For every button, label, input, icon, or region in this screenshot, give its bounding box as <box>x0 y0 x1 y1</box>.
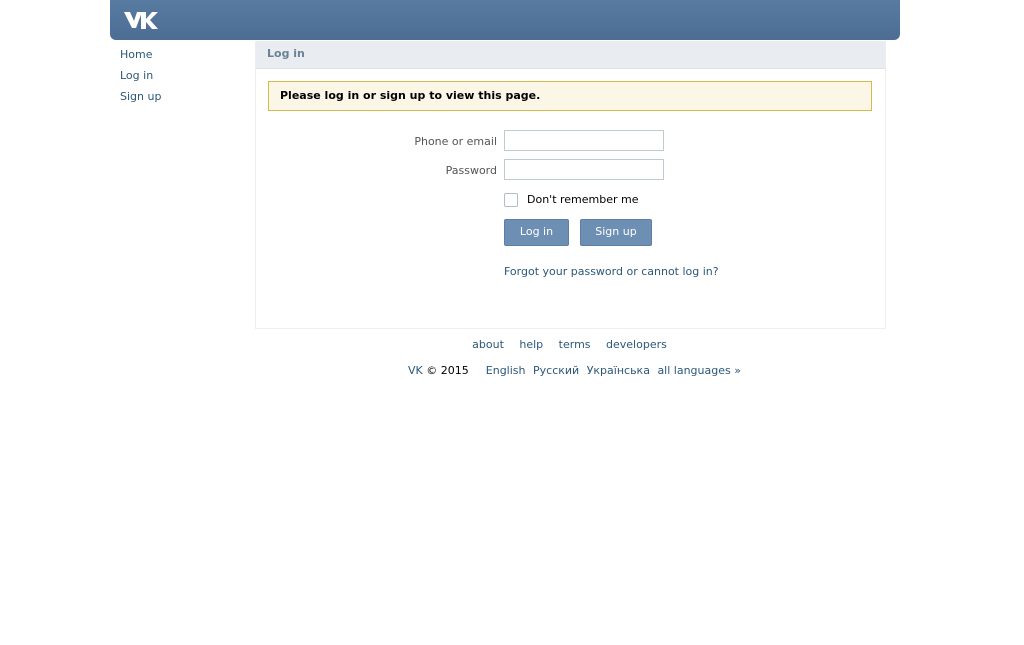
footer-link-help[interactable]: help <box>519 338 543 351</box>
language-english[interactable]: English <box>486 364 526 377</box>
sidebar: Home Log in Sign up <box>120 48 240 111</box>
language-all[interactable]: all languages » <box>657 364 741 377</box>
panel-title: Log in <box>256 41 885 69</box>
footer-link-terms[interactable]: terms <box>559 338 591 351</box>
top-header <box>110 0 900 40</box>
footer-copyright: © 2015 <box>426 364 469 377</box>
signup-button[interactable]: Sign up <box>580 219 652 246</box>
login-notice: Please log in or sign up to view this pa… <box>268 81 872 111</box>
forgot-password-link[interactable]: Forgot your password or cannot log in? <box>504 265 719 278</box>
footer-brand-link[interactable]: VK <box>408 364 423 377</box>
phone-label: Phone or email <box>414 135 497 148</box>
password-label: Password <box>445 164 497 177</box>
phone-input[interactable] <box>504 130 664 151</box>
footer-bottom: VK © 2015 English Русский Українська all… <box>255 364 894 377</box>
login-panel: Log in Please log in or sign up to view … <box>255 41 886 329</box>
password-input[interactable] <box>504 159 664 180</box>
footer-link-about[interactable]: about <box>472 338 504 351</box>
remember-checkbox[interactable] <box>504 193 518 207</box>
footer-links: about help terms developers <box>255 338 884 351</box>
sidebar-item-home[interactable]: Home <box>120 48 240 69</box>
footer-link-developers[interactable]: developers <box>606 338 667 351</box>
remember-label[interactable]: Don't remember me <box>527 193 639 206</box>
sidebar-item-signup[interactable]: Sign up <box>120 90 240 111</box>
sidebar-item-login[interactable]: Log in <box>120 69 240 90</box>
vk-logo-icon[interactable] <box>123 9 159 31</box>
language-russian[interactable]: Русский <box>533 364 579 377</box>
language-ukrainian[interactable]: Українська <box>587 364 650 377</box>
login-button[interactable]: Log in <box>504 219 569 246</box>
